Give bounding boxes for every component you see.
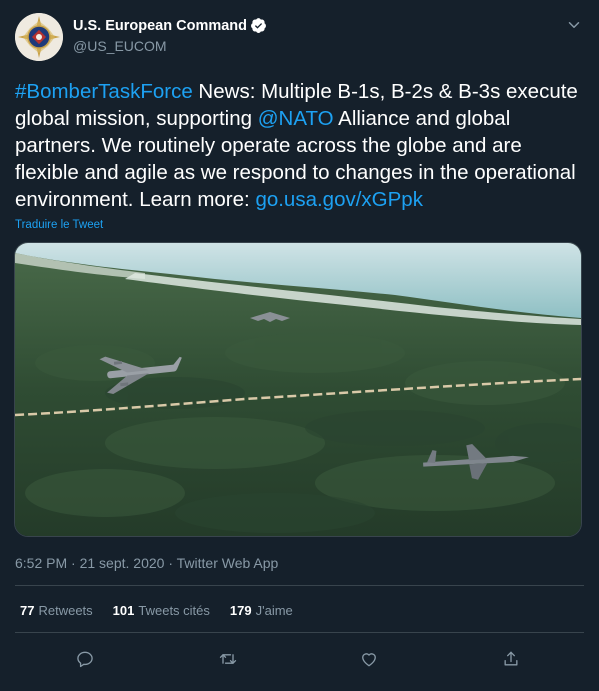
heart-icon[interactable]	[354, 644, 384, 674]
retweets-stat[interactable]: 77 Retweets	[20, 603, 93, 618]
hashtag-link[interactable]: #BomberTaskForce	[15, 80, 193, 103]
quotes-count: 101	[112, 603, 135, 618]
url-link[interactable]: go.usa.gov/xGPpk	[255, 188, 423, 211]
chevron-down-icon[interactable]	[565, 16, 583, 34]
quote-tweets-stat[interactable]: 101 Tweets cités	[113, 603, 210, 618]
author-info: U.S. European Command @US_EUCOM	[73, 17, 267, 54]
tweet-source[interactable]: Twitter Web App	[177, 555, 279, 571]
action-bar	[0, 644, 599, 674]
tweet-date[interactable]: 21 sept. 2020	[80, 555, 165, 571]
share-icon[interactable]	[496, 644, 526, 674]
quotes-label: Tweets cités	[138, 603, 210, 618]
retweets-count: 77	[20, 603, 35, 618]
likes-count: 179	[229, 603, 252, 618]
engagement-stats: 77 Retweets 101 Tweets cités 179 J'aime	[20, 603, 293, 618]
meta-separator: ·	[71, 555, 76, 571]
tweet-text: #BomberTaskForce News: Multiple B-1s, B-…	[15, 78, 585, 213]
display-name[interactable]: U.S. European Command	[73, 18, 247, 34]
tweet-photo[interactable]	[14, 242, 582, 537]
avatar[interactable]	[15, 13, 63, 61]
translate-tweet-link[interactable]: Traduire le Tweet	[15, 219, 103, 231]
tweet-meta: 6:52 PM · 21 sept. 2020 · Twitter Web Ap…	[15, 555, 278, 571]
tweet-card: U.S. European Command @US_EUCOM #BomberT…	[0, 0, 599, 691]
retweet-icon[interactable]	[213, 644, 243, 674]
tweet-time[interactable]: 6:52 PM	[15, 555, 67, 571]
verified-badge-icon	[250, 17, 267, 34]
handle[interactable]: @US_EUCOM	[73, 38, 267, 54]
retweets-label: Retweets	[38, 603, 93, 618]
mention-link[interactable]: @NATO	[258, 107, 334, 130]
divider	[15, 632, 584, 633]
likes-label: J'aime	[255, 603, 293, 618]
reply-icon[interactable]	[70, 644, 100, 674]
likes-stat[interactable]: 179 J'aime	[230, 603, 293, 618]
meta-separator: ·	[168, 555, 174, 571]
divider	[15, 585, 584, 586]
